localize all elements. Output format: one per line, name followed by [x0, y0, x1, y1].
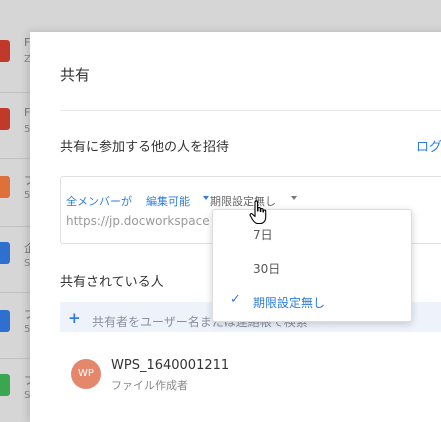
- divider: [0, 92, 30, 93]
- divider: [0, 358, 30, 359]
- file-icon: [0, 40, 10, 62]
- chevron-down-icon[interactable]: [291, 196, 297, 200]
- hand-cursor-icon: [249, 200, 267, 225]
- menu-item-label: 30日: [253, 262, 281, 276]
- file-icon: [0, 242, 10, 264]
- menu-item-30-days[interactable]: 30日: [213, 253, 411, 283]
- shared-people-label: 共有されている人: [60, 275, 164, 290]
- permission-scope: 全メンバーが: [66, 195, 132, 208]
- file-icon: [0, 310, 10, 332]
- list-item[interactable]: F Z: [0, 26, 31, 82]
- menu-item-label: 7日: [253, 228, 273, 242]
- divider: [0, 226, 30, 227]
- member-role: ファイル作成者: [111, 379, 188, 392]
- login-link[interactable]: ログ: [416, 136, 441, 155]
- share-url-field[interactable]: https://jp.docworkspace: [66, 214, 210, 228]
- list-item[interactable]: ブ 5: [0, 162, 35, 218]
- expiry-menu: 7日 30日 ✓ 期限設定無し: [212, 209, 412, 322]
- chevron-down-icon[interactable]: [203, 196, 209, 200]
- file-icon: [0, 108, 10, 130]
- file-icon: [0, 176, 10, 198]
- permission-edit-dropdown[interactable]: 編集可能: [146, 193, 190, 209]
- plus-icon[interactable]: +: [68, 309, 81, 327]
- menu-item-7-days[interactable]: 7日: [213, 219, 411, 249]
- list-item[interactable]: ブ S: [0, 362, 35, 418]
- list-item[interactable]: 企 S: [0, 230, 35, 286]
- menu-item-label: 期限設定無し: [253, 296, 326, 310]
- divider: [0, 292, 30, 293]
- invite-label: 共有に参加する他の人を招待: [60, 140, 230, 155]
- check-icon: ✓: [230, 292, 241, 307]
- file-icon: [0, 374, 10, 396]
- member-name: WPS_1640001211: [111, 358, 230, 373]
- dialog-title: 共有: [60, 66, 91, 84]
- list-item[interactable]: ブ 5: [0, 296, 35, 352]
- menu-item-no-expiry[interactable]: ✓ 期限設定無し: [213, 287, 411, 317]
- list-item[interactable]: F 5: [0, 96, 30, 152]
- avatar: WP: [71, 359, 101, 389]
- divider: [0, 158, 30, 159]
- divider: [60, 110, 441, 111]
